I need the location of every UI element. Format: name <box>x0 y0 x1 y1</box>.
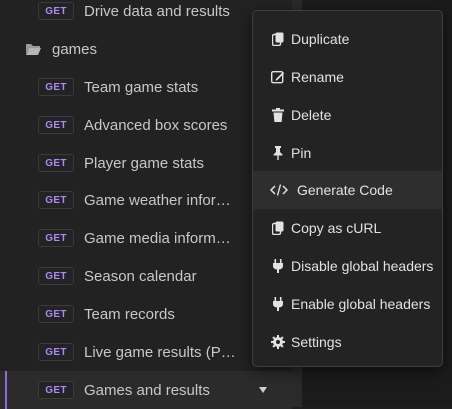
menu-item-label: Disable global headers <box>291 258 434 274</box>
tree-item-request[interactable]: GET Team records <box>0 295 292 333</box>
rename-icon <box>271 70 285 84</box>
trash-icon <box>271 108 285 122</box>
method-badge: GET <box>38 343 74 361</box>
request-label: Drive data and results <box>84 2 230 20</box>
gear-icon <box>271 335 285 349</box>
menu-item-label: Pin <box>291 145 312 161</box>
method-badge: GET <box>38 116 74 134</box>
tree-item-request[interactable]: GET Game weather information <box>0 181 292 219</box>
pin-icon <box>271 146 285 160</box>
plug-icon <box>271 259 285 273</box>
menu-item-disable-global-headers[interactable]: Disable global headers <box>253 247 442 285</box>
menu-item-label: Copy as cURL <box>291 220 382 236</box>
menu-item-settings[interactable]: Settings <box>253 323 442 361</box>
method-badge: GET <box>38 229 74 247</box>
menu-item-label: Duplicate <box>291 31 350 47</box>
request-label: Live game results (Patreon only) <box>84 343 236 361</box>
method-badge: GET <box>38 78 74 96</box>
method-badge: GET <box>38 2 74 20</box>
menu-item-rename[interactable]: Rename <box>253 58 442 96</box>
folder-label: games <box>52 40 98 58</box>
selection-indicator <box>5 371 7 409</box>
method-badge: GET <box>38 191 74 209</box>
menu-item-label: Generate Code <box>297 182 393 198</box>
request-tree-sidebar: GET Drive data and results games GET Tea… <box>0 0 292 409</box>
code-icon <box>270 183 288 197</box>
menu-item-delete[interactable]: Delete <box>253 96 442 134</box>
tree-item-request[interactable]: GET Drive data and results <box>0 0 292 30</box>
menu-item-label: Delete <box>291 107 332 123</box>
method-badge: GET <box>38 267 74 285</box>
tree-item-request[interactable]: GET Live game results (Patreon only) <box>0 333 292 371</box>
method-badge: GET <box>38 381 74 399</box>
menu-item-pin[interactable]: Pin <box>253 134 442 172</box>
menu-item-copy-as-curl[interactable]: Copy as cURL <box>253 209 442 247</box>
tree-item-request[interactable]: GET Game media information <box>0 219 292 257</box>
duplicate-icon <box>271 32 285 46</box>
tree-item-request[interactable]: GET Player game stats <box>0 144 292 182</box>
menu-item-label: Settings <box>291 334 342 350</box>
method-badge: GET <box>38 154 74 172</box>
tree-item-request[interactable]: GET Season calendar <box>0 257 292 295</box>
tree-folder-games[interactable]: games <box>0 30 292 68</box>
tree-item-request-selected[interactable]: GET Games and results <box>0 371 292 409</box>
menu-item-label: Enable global headers <box>291 296 431 312</box>
menu-item-enable-global-headers[interactable]: Enable global headers <box>253 285 442 323</box>
request-label: Season calendar <box>84 267 197 285</box>
caret-down-icon[interactable] <box>258 386 268 394</box>
tree-item-request[interactable]: GET Team game stats <box>0 68 292 106</box>
method-badge: GET <box>38 305 74 323</box>
folder-open-icon <box>26 44 41 55</box>
request-label: Game weather information <box>84 191 236 209</box>
request-label: Advanced box scores <box>84 116 228 134</box>
request-label: Team game stats <box>84 78 199 96</box>
request-label: Team records <box>84 305 175 323</box>
context-menu: Duplicate Rename Delete Pin Generate Cod… <box>252 10 443 367</box>
request-label: Player game stats <box>84 154 205 172</box>
menu-item-generate-code[interactable]: Generate Code <box>253 171 442 209</box>
copy-icon <box>271 221 285 235</box>
plug-icon <box>271 297 285 311</box>
menu-item-duplicate[interactable]: Duplicate <box>253 20 442 58</box>
menu-item-label: Rename <box>291 69 344 85</box>
tree-item-request[interactable]: GET Advanced box scores <box>0 106 292 144</box>
request-label: Games and results <box>84 381 210 399</box>
request-label: Game media information <box>84 229 236 247</box>
